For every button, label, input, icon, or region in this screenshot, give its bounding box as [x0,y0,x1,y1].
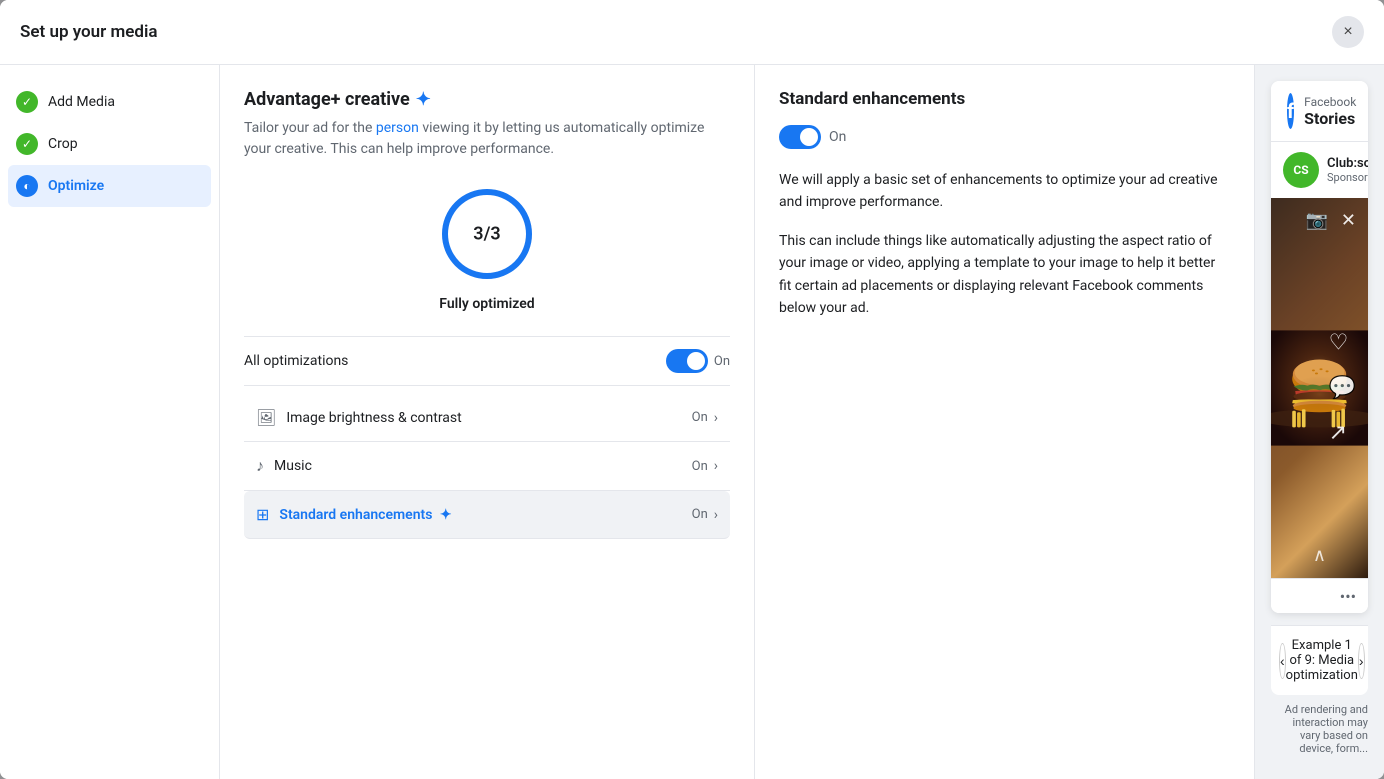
sidebar-item-optimize[interactable]: ◐ Optimize [8,165,211,207]
brightness-label: Image brightness & contrast [286,410,461,426]
opt-item-brightness[interactable]: 🖼 Image brightness & contrast On › [244,394,730,442]
all-optimizations-row: All optimizations On [244,336,730,386]
middle-panel: Standard enhancements On We will apply a… [755,65,1255,779]
sidebar-label-add-media: Add Media [48,94,115,110]
right-panel: f Facebook Stories CS [1255,65,1384,779]
share-icon[interactable]: ↗ [1329,421,1356,446]
main-content: Advantage+ creative ✦ Tailor your ad for… [220,65,1384,779]
se-description2: This can include things like automatical… [779,230,1230,320]
sidebar-item-add-media[interactable]: ✓ Add Media [0,81,219,123]
preview-container: f Facebook Stories CS [1271,81,1368,613]
modal-title: Set up your media [20,22,158,42]
preview-platform: Facebook [1304,95,1356,109]
next-button[interactable]: › [1358,643,1365,679]
ad-image: 📷 ✕ ♡ 💬 ↗ ∧ [1271,198,1368,578]
se-toggle[interactable] [779,125,821,149]
preview-name: Stories [1304,109,1356,128]
circle-progress: 3/3 [437,184,537,284]
ad-footer-actions: ••• [1271,578,1368,613]
standard-label: Standard enhancements ✦ [279,507,451,523]
standard-status: On [692,507,708,522]
brightness-status: On [692,410,708,425]
sparkle-icon: ✦ [416,89,431,110]
comment-icon[interactable]: 💬 [1329,376,1356,401]
panel-title: Advantage+ creative ✦ [244,89,730,110]
subtitle-link[interactable]: person [376,120,419,136]
modal-body: ✓ Add Media ✓ Crop ◐ Optimize [0,65,1384,779]
standard-sparkle: ✦ [440,507,452,523]
ad-content: CS Club:soda Sponsored ••• ✕ [1271,142,1368,613]
camera-icon[interactable]: 📷 [1306,210,1328,231]
all-opt-label: All optimizations [244,353,348,369]
circle-container: 3/3 Fully optimized [244,184,730,312]
left-panel: Advantage+ creative ✦ Tailor your ad for… [220,65,755,779]
opt-item-music[interactable]: ♪ Music On › [244,442,730,491]
se-on-text: On [829,129,846,145]
standard-chevron: › [714,507,718,523]
music-icon: ♪ [256,456,264,476]
sidebar-label-optimize: Optimize [48,178,104,194]
facebook-icon: f [1287,93,1294,129]
circle-label: Fully optimized [439,296,534,312]
close-button[interactable]: × [1332,16,1364,48]
modal: Set up your media × ✓ Add Media ✓ Crop ◐ [0,0,1384,779]
nav-label: Example 1 of 9: Media optimization [1286,638,1358,683]
preview-header: f Facebook Stories [1271,81,1368,142]
panel-subtitle: Tailor your ad for the person viewing it… [244,118,730,160]
swipe-indicator: ∧ [1313,545,1326,566]
modal-header: Set up your media × [0,0,1384,65]
music-chevron: › [714,458,718,474]
music-label: Music [274,458,312,474]
music-status: On [692,459,708,474]
image-close-icon[interactable]: ✕ [1341,210,1356,231]
ad-avatar: CS [1283,152,1319,188]
image-side-actions: ♡ 💬 ↗ [1329,331,1356,446]
brightness-icon: 🖼 [256,408,276,427]
all-opt-on-text: On [714,354,730,369]
ad-more-icon[interactable]: ••• [1340,587,1356,606]
sidebar-item-crop[interactable]: ✓ Crop [0,123,219,165]
ad-sponsored: Sponsored [1327,171,1368,184]
check-icon-crop: ✓ [16,133,38,155]
subtitle-before: Tailor your ad for the [244,120,376,136]
sidebar: ✓ Add Media ✓ Crop ◐ Optimize [0,65,220,779]
all-opt-toggle-row: On [666,349,730,373]
check-icon-add-media: ✓ [16,91,38,113]
se-title: Standard enhancements [779,89,1230,109]
sidebar-label-crop: Crop [48,136,78,152]
ad-header: CS Club:soda Sponsored ••• ✕ [1271,142,1368,198]
preview-footer: Ad rendering and interaction may vary ba… [1271,695,1368,763]
opt-item-standard[interactable]: ⊞ Standard enhancements ✦ On › [244,491,730,539]
standard-icon: ⊞ [256,505,269,524]
circle-value: 3/3 [473,224,500,245]
all-opt-toggle[interactable] [666,349,708,373]
ad-brand: Club:soda [1327,156,1368,171]
prev-button[interactable]: ‹ [1279,643,1286,679]
se-description1: We will apply a basic set of enhancement… [779,169,1230,214]
active-icon-optimize: ◐ [16,175,38,197]
se-toggle-row: On [779,125,1230,149]
heart-icon[interactable]: ♡ [1329,331,1356,356]
brightness-chevron: › [714,410,718,426]
preview-nav: ‹ Example 1 of 9: Media optimization › [1271,625,1368,695]
